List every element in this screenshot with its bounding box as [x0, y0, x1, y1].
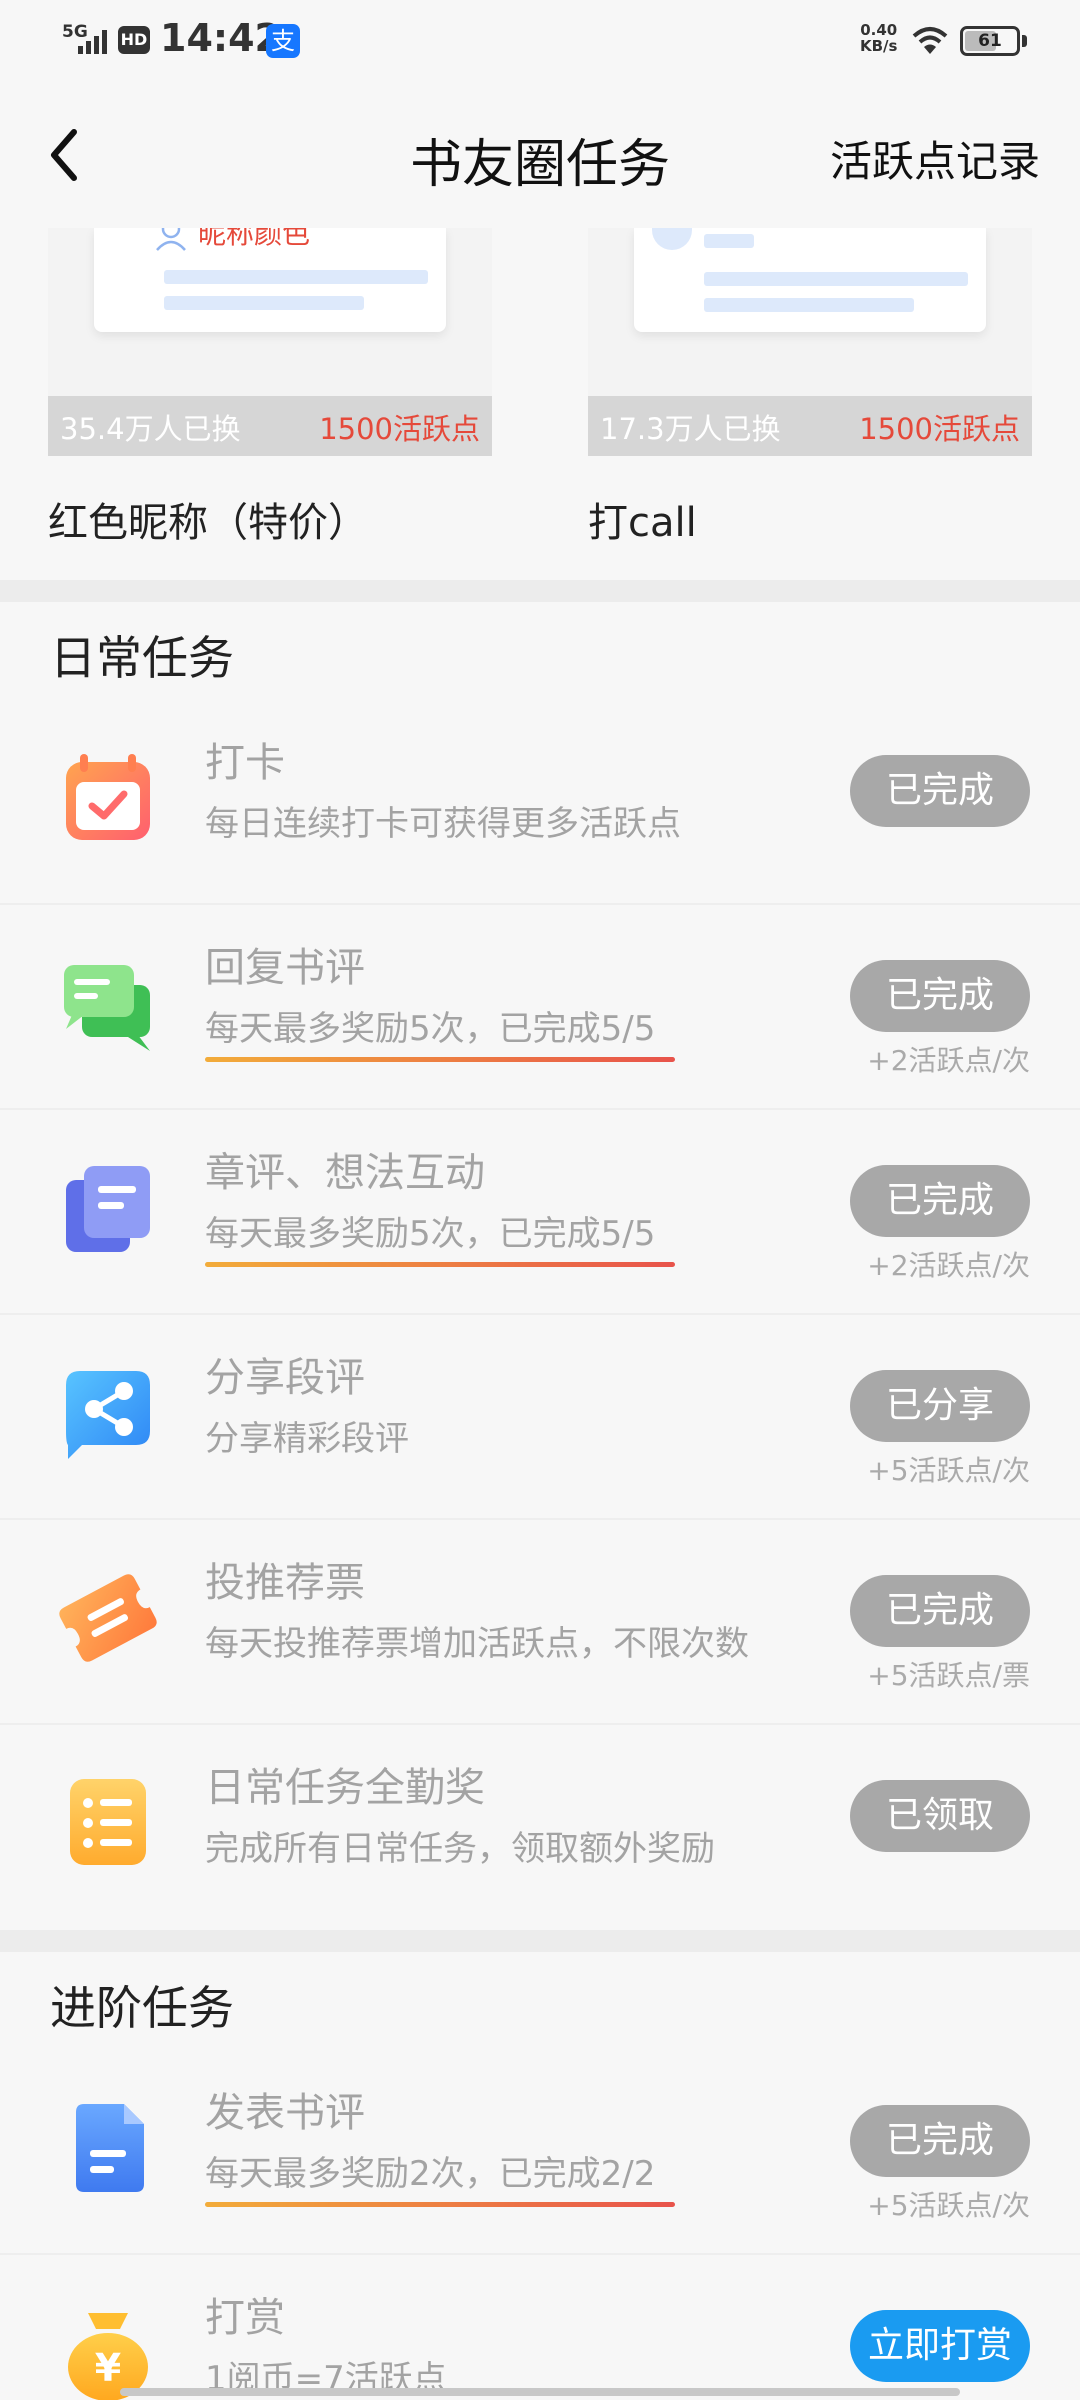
- task-progress-underline: [205, 2202, 675, 2207]
- tip-now-button[interactable]: 立即打赏: [850, 2310, 1030, 2382]
- money-bag-icon: ¥: [68, 2313, 148, 2400]
- task-status-button[interactable]: 已完成: [850, 1575, 1030, 1647]
- task-reward-note: +5活跃点/次: [867, 2189, 1030, 2222]
- avatar-placeholder: [652, 228, 692, 250]
- preview-line: [704, 272, 968, 286]
- reward-card-call[interactable]: 17.3万人已换 1500活跃点: [588, 228, 1032, 456]
- reward-name[interactable]: 红色昵称（特价）: [48, 490, 368, 548]
- task-reward-note: +5活跃点/票: [867, 1659, 1030, 1692]
- task-status-button[interactable]: 已分享: [850, 1370, 1030, 1442]
- home-indicator[interactable]: [120, 2388, 960, 2396]
- reward-name[interactable]: 打call: [588, 490, 697, 548]
- signal-icon: [78, 30, 107, 54]
- task-row-recommend-vote: 投推荐票 每天投推荐票增加活跃点，不限次数 已完成 +5活跃点/票: [0, 1520, 1080, 1725]
- preview-line: [704, 298, 914, 312]
- task-name: 章评、想法互动: [205, 1150, 485, 1196]
- task-status-button[interactable]: 已完成: [850, 960, 1030, 1032]
- share-icon: [66, 1371, 150, 1459]
- battery-cap: [1022, 35, 1027, 47]
- task-row-reply-review: 回复书评 每天最多奖励5次，已完成5/5 已完成 +2活跃点/次: [0, 905, 1080, 1110]
- task-name: 打赏: [205, 2295, 285, 2341]
- task-status-button[interactable]: 已完成: [850, 755, 1030, 827]
- task-desc: 完成所有日常任务，领取额外奖励: [205, 1829, 715, 1869]
- task-status-button[interactable]: 已完成: [850, 2105, 1030, 2177]
- task-desc: 每天最多奖励5次，已完成5/5: [205, 1214, 656, 1254]
- advanced-tasks-title: 进阶任务: [50, 1981, 234, 2035]
- task-name: 分享段评: [205, 1355, 365, 1401]
- nav-bar: 书友圈任务 活跃点记录: [0, 80, 1080, 230]
- reward-exchange-count: 35.4万人已换: [60, 412, 241, 446]
- svg-text:¥: ¥: [95, 2346, 121, 2390]
- chat-bubbles-icon: [64, 965, 150, 1051]
- task-progress-underline: [205, 1262, 675, 1267]
- network-speed: 0.40 KB/s: [860, 21, 898, 55]
- section-divider: [0, 580, 1080, 602]
- task-progress-underline: [205, 1057, 675, 1062]
- task-row-full-attendance: 日常任务全勤奖 完成所有日常任务，领取额外奖励 已领取: [0, 1725, 1080, 1930]
- reward-preview: 昵称颜色: [94, 228, 446, 332]
- clock: 14:42: [160, 16, 281, 60]
- task-reward-note: +2活跃点/次: [867, 1249, 1030, 1282]
- daily-tasks-title: 日常任务: [50, 631, 234, 685]
- calendar-check-icon: [66, 754, 150, 840]
- reward-info-strip: 35.4万人已换 1500活跃点: [48, 396, 492, 456]
- task-desc: 每天最多奖励5次，已完成5/5: [205, 1009, 656, 1049]
- wifi-icon: [912, 27, 948, 54]
- task-name: 打卡: [205, 740, 285, 786]
- task-desc: 每日连续打卡可获得更多活跃点: [205, 804, 681, 844]
- activity-record-link[interactable]: 活跃点记录: [830, 128, 1040, 189]
- reward-price: 1500活跃点: [319, 412, 480, 446]
- task-name: 日常任务全勤奖: [205, 1765, 485, 1811]
- list-icon: [70, 1779, 146, 1865]
- preview-line: [164, 270, 428, 284]
- alipay-icon: 支: [266, 24, 300, 58]
- task-row-checkin: 打卡 每日连续打卡可获得更多活跃点 已完成: [0, 700, 1080, 905]
- task-desc: 分享精彩段评: [205, 1419, 409, 1459]
- task-name: 回复书评: [205, 945, 365, 991]
- reward-shop: 昵称颜色 35.4万人已换 1500活跃点 红色昵称（特价） 17.3万人已换 …: [0, 228, 1080, 580]
- preview-line: [704, 234, 754, 248]
- battery-level: 61: [978, 31, 1002, 51]
- battery-icon: 61: [960, 26, 1020, 56]
- status-bar: 5G HD 14:42 支 0.40 KB/s 61: [0, 0, 1080, 80]
- reward-price: 1500活跃点: [859, 412, 1020, 446]
- reward-exchange-count: 17.3万人已换: [600, 412, 781, 446]
- cards-icon: [66, 1166, 150, 1252]
- preview-line: [164, 296, 364, 310]
- task-row-share-comment: 分享段评 分享精彩段评 已分享 +5活跃点/次: [0, 1315, 1080, 1520]
- task-name: 投推荐票: [205, 1560, 365, 1606]
- reward-preview: [634, 228, 986, 332]
- section-divider: [0, 1930, 1080, 1952]
- user-icon: [156, 228, 186, 251]
- task-desc: 每天最多奖励2次，已完成2/2: [205, 2154, 656, 2194]
- ticket-icon: [59, 1574, 157, 1662]
- task-reward-note: +2活跃点/次: [867, 1044, 1030, 1077]
- task-reward-note: +5活跃点/次: [867, 1454, 1030, 1487]
- reward-preview-text: 昵称颜色: [198, 228, 311, 250]
- task-status-button[interactable]: 已完成: [850, 1165, 1030, 1237]
- hd-icon: HD: [118, 26, 150, 54]
- reward-info-strip: 17.3万人已换 1500活跃点: [588, 396, 1032, 456]
- task-row-post-review: 发表书评 每天最多奖励2次，已完成2/2 已完成 +5活跃点/次: [0, 2050, 1080, 2255]
- task-status-button[interactable]: 已领取: [850, 1780, 1030, 1852]
- task-row-tip: ¥ 打赏 1阅币=7活跃点 立即打赏: [0, 2255, 1080, 2400]
- task-name: 发表书评: [205, 2090, 365, 2136]
- task-row-chapter-comment: 章评、想法互动 每天最多奖励5次，已完成5/5 已完成 +2活跃点/次: [0, 1110, 1080, 1315]
- document-icon: [76, 2104, 144, 2192]
- reward-card-red-nickname[interactable]: 昵称颜色 35.4万人已换 1500活跃点: [48, 228, 492, 456]
- task-desc: 每天投推荐票增加活跃点，不限次数: [205, 1624, 749, 1664]
